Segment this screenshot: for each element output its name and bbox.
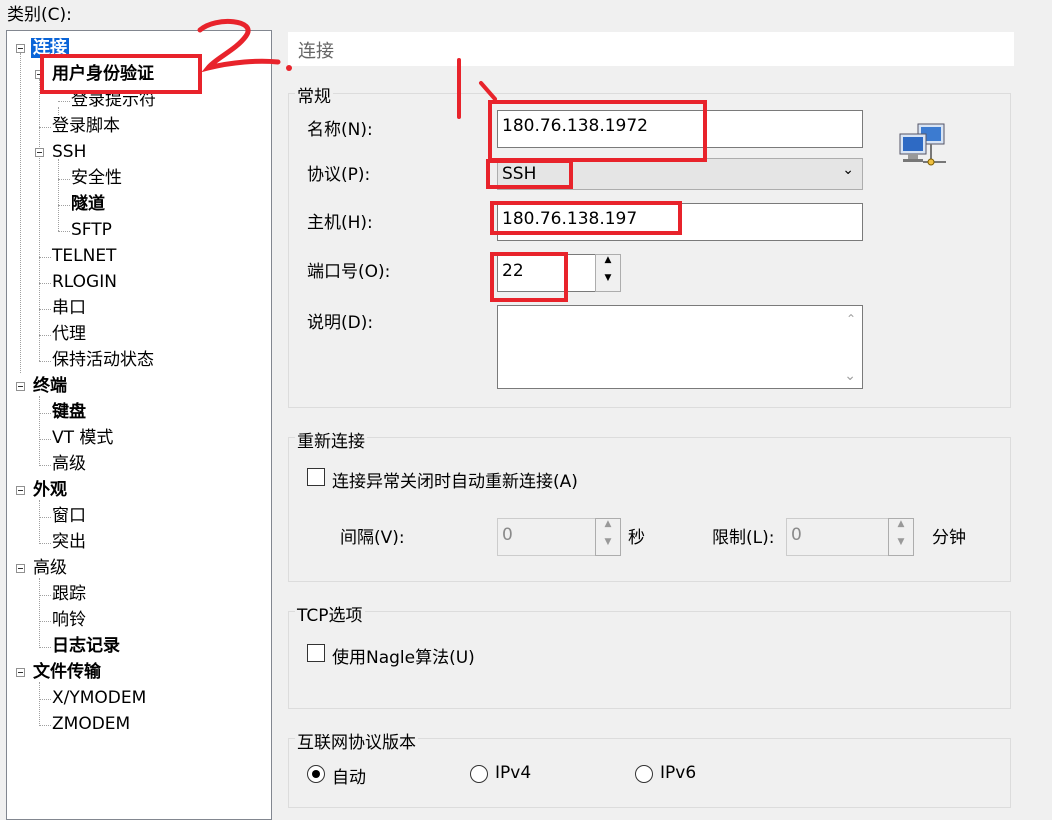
tree-item-terminal[interactable]: 终端 <box>33 374 67 398</box>
interval-spinner[interactable]: ▲ ▼ <box>595 518 621 556</box>
tree-item-bell[interactable]: 响铃 <box>52 608 86 632</box>
annotation-step-2 <box>196 16 296 81</box>
panel-title-bar: 连接 <box>288 32 1014 66</box>
ip-auto-label[interactable]: 自动 <box>332 763 366 788</box>
tree-item-ssh[interactable]: SSH <box>52 140 86 164</box>
ipv4-radio[interactable] <box>470 765 488 783</box>
tree-item-serial[interactable]: 串口 <box>52 296 86 320</box>
panel-title: 连接 <box>298 41 334 62</box>
limit-label: 限制(L): <box>712 528 775 548</box>
collapse-icon[interactable] <box>16 668 25 677</box>
tree-item-keyboard[interactable]: 键盘 <box>52 400 86 424</box>
tree-item-tunnel[interactable]: 隧道 <box>71 192 105 216</box>
tree-item-advanced[interactable]: 高级 <box>33 556 67 580</box>
annotation-box-host <box>490 201 682 235</box>
tree-item-proxy[interactable]: 代理 <box>52 322 86 346</box>
spin-down-icon[interactable]: ▼ <box>596 537 620 555</box>
annotation-step-1 <box>445 55 505 130</box>
tree-item-terminal-advanced[interactable]: 高级 <box>52 452 86 476</box>
tree-item-security[interactable]: 安全性 <box>71 166 122 190</box>
chevron-down-icon: ⌄ <box>842 162 854 178</box>
general-group-label: 常规 <box>295 82 333 107</box>
collapse-icon[interactable] <box>35 148 44 157</box>
spin-down-icon[interactable]: ▼ <box>889 537 913 555</box>
nagle-label[interactable]: 使用Nagle算法(U) <box>332 643 475 668</box>
tree-item-window[interactable]: 窗口 <box>52 504 86 528</box>
network-computers-icon <box>898 122 950 170</box>
scroll-down-icon[interactable]: ⌄ <box>844 368 856 384</box>
ipv6-label[interactable]: IPv6 <box>660 763 696 783</box>
spin-up-icon[interactable]: ▲ <box>889 519 913 537</box>
spin-up-icon[interactable]: ▲ <box>596 519 620 537</box>
annotation-box-protocol <box>486 159 573 189</box>
category-label: 类别(C): <box>7 5 72 25</box>
interval-input-value: 0 <box>502 525 513 545</box>
description-textarea[interactable]: ⌃ ⌄ <box>497 305 863 389</box>
nagle-checkbox[interactable] <box>307 644 325 662</box>
tree-item-trace[interactable]: 跟踪 <box>52 582 86 606</box>
ip-auto-radio[interactable] <box>307 765 325 783</box>
port-spinner[interactable]: ▲ ▼ <box>595 254 621 292</box>
protocol-label: 协议(P): <box>307 165 371 185</box>
collapse-icon[interactable] <box>16 44 25 53</box>
limit-spinner[interactable]: ▲ ▼ <box>888 518 914 556</box>
annotation-box-name <box>488 100 707 162</box>
limit-unit: 分钟 <box>932 528 966 548</box>
scroll-up-icon[interactable]: ⌃ <box>846 312 856 326</box>
tree-item-file-transfer[interactable]: 文件传输 <box>33 660 101 684</box>
tree-item-zmodem[interactable]: ZMODEM <box>52 712 130 736</box>
annotation-box-port <box>490 252 568 302</box>
tree-item-telnet[interactable]: TELNET <box>52 244 116 268</box>
tree-item-highlight[interactable]: 突出 <box>52 530 86 554</box>
tree-item-appearance[interactable]: 外观 <box>33 478 67 502</box>
category-tree[interactable]: 连接 用户身份验证 登录提示符 登录脚本 SSH 安全性 隧道 SFTP TEL… <box>6 30 272 820</box>
name-label: 名称(N): <box>307 120 373 140</box>
interval-unit: 秒 <box>628 528 645 548</box>
annotation-box-user-auth <box>40 54 202 94</box>
tree-item-vt-mode[interactable]: VT 模式 <box>52 426 113 450</box>
reconnect-group-label: 重新连接 <box>295 427 367 452</box>
interval-input[interactable]: 0 <box>497 518 597 556</box>
collapse-icon[interactable] <box>16 382 25 391</box>
tcp-group-label: TCP选项 <box>295 601 365 626</box>
tree-item-xymodem[interactable]: X/YMODEM <box>52 686 146 710</box>
spin-down-icon[interactable]: ▼ <box>596 273 620 291</box>
auto-reconnect-checkbox[interactable] <box>307 468 325 486</box>
tree-item-keepalive[interactable]: 保持活动状态 <box>52 348 154 372</box>
ip-version-group-label: 互联网协议版本 <box>295 728 418 753</box>
ipv6-radio[interactable] <box>635 765 653 783</box>
tree-item-logging[interactable]: 日志记录 <box>52 634 120 658</box>
collapse-icon[interactable] <box>16 564 25 573</box>
collapse-icon[interactable] <box>16 486 25 495</box>
ipv4-label[interactable]: IPv4 <box>495 763 531 783</box>
interval-label: 间隔(V): <box>340 528 405 548</box>
tree-item-sftp[interactable]: SFTP <box>71 218 112 242</box>
tree-item-login-script[interactable]: 登录脚本 <box>52 114 120 138</box>
tree-item-rlogin[interactable]: RLOGIN <box>52 270 117 294</box>
limit-input[interactable]: 0 <box>786 518 890 556</box>
spin-up-icon[interactable]: ▲ <box>596 255 620 273</box>
port-label: 端口号(O): <box>307 262 391 282</box>
description-label: 说明(D): <box>307 313 374 333</box>
limit-input-value: 0 <box>791 525 802 545</box>
auto-reconnect-label[interactable]: 连接异常关闭时自动重新连接(A) <box>332 467 578 492</box>
reconnect-group <box>288 437 1011 582</box>
host-label: 主机(H): <box>307 213 373 233</box>
